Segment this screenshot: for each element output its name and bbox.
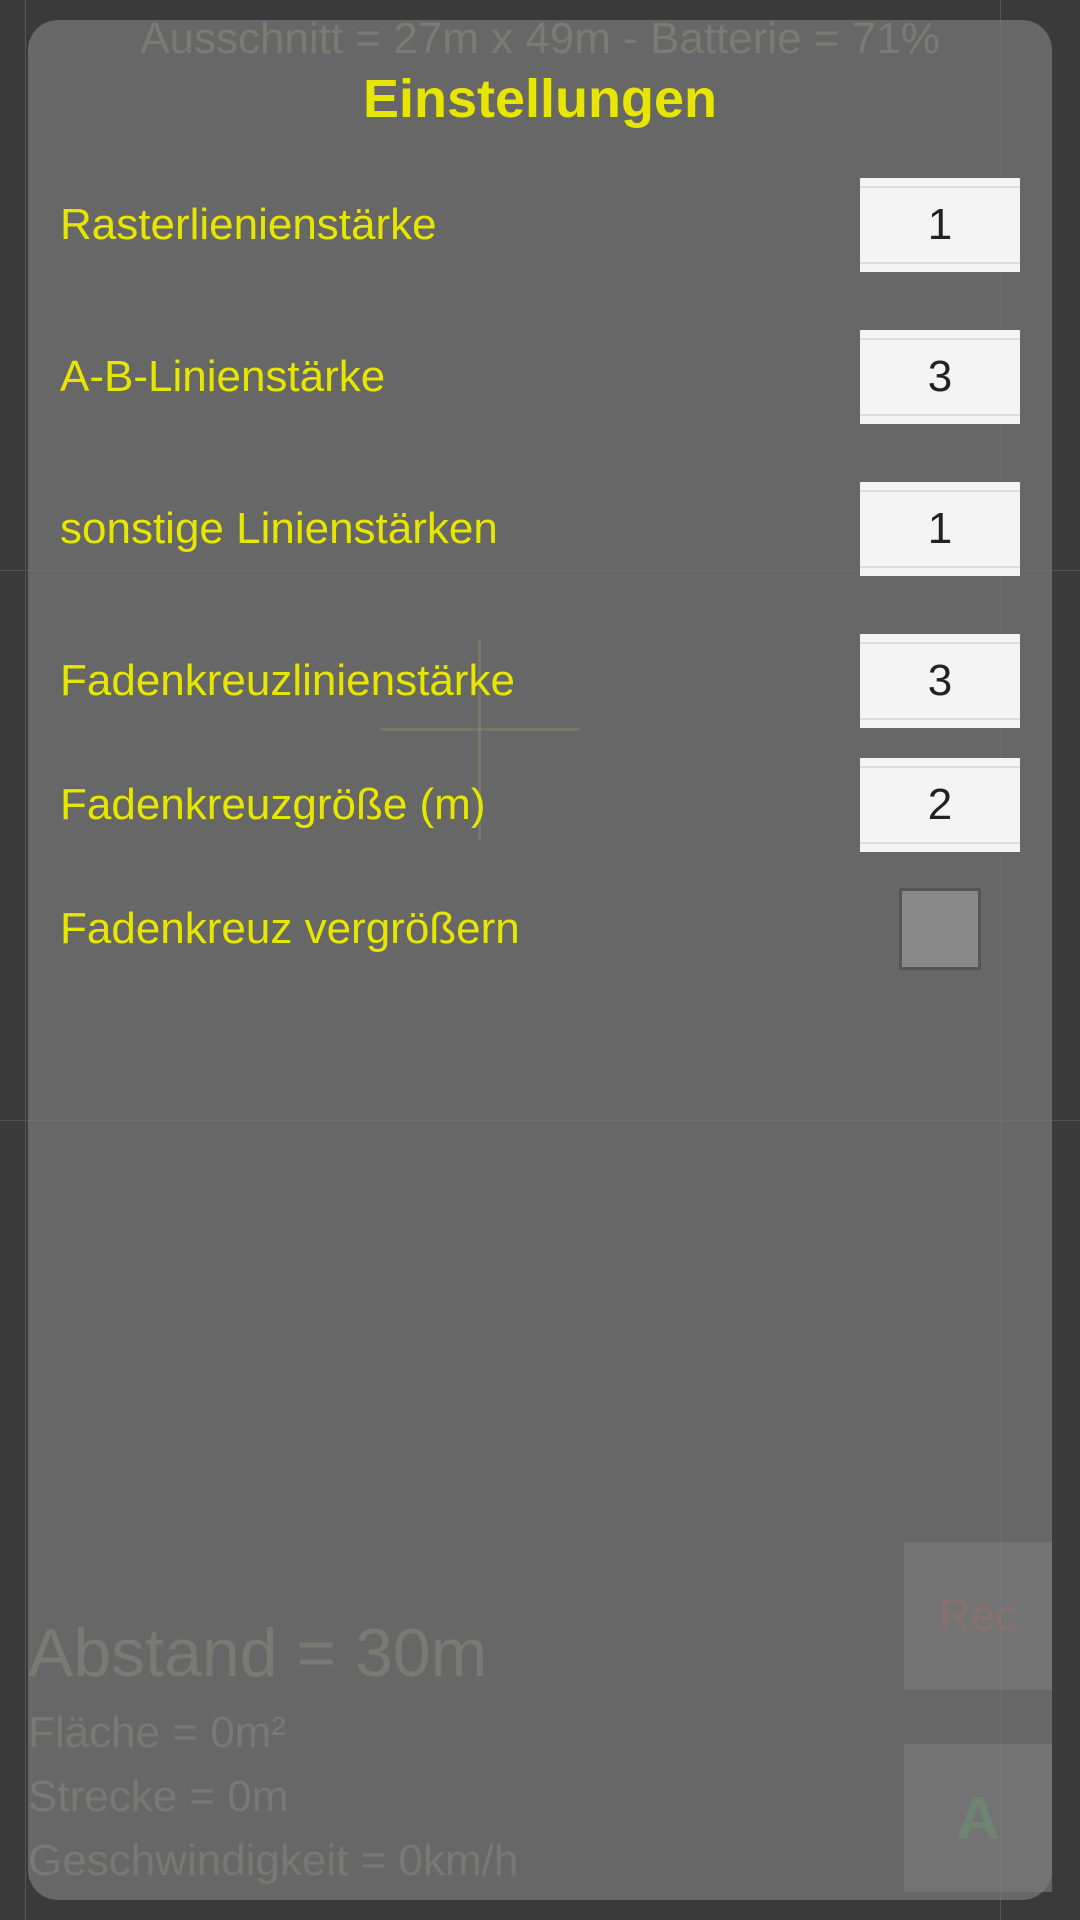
crosshair-line-spinner[interactable]: 3 [860,634,1020,728]
setting-ab-line-width: A-B-Linienstärke 3 [56,330,1024,424]
checkbox-container [860,882,1020,976]
setting-label: Fadenkreuz vergrößern [60,904,520,954]
crosshair-size-spinner[interactable]: 2 [860,758,1020,852]
setting-label: Fadenkreuzgröße (m) [60,780,485,830]
settings-dialog: Einstellungen Rasterlienienstärke 1 A-B-… [28,20,1052,1900]
spinner-value: 1 [928,200,952,250]
dialog-title: Einstellungen [56,68,1024,130]
spinner-value: 3 [928,656,952,706]
setting-label: Rasterlienienstärke [60,200,437,250]
setting-raster-line-width: Rasterlienienstärke 1 [56,178,1024,272]
setting-crosshair-size: Fadenkreuzgröße (m) 2 [56,758,1024,852]
setting-label: A-B-Linienstärke [60,352,385,402]
crosshair-enlarge-checkbox[interactable] [899,888,981,970]
spinner-value: 3 [928,352,952,402]
setting-label: sonstige Linienstärken [60,504,498,554]
setting-other-line-width: sonstige Linienstärken 1 [56,482,1024,576]
raster-spinner[interactable]: 1 [860,178,1020,272]
ab-spinner[interactable]: 3 [860,330,1020,424]
spinner-value: 1 [928,504,952,554]
setting-crosshair-line-width: Fadenkreuzlinienstärke 3 [56,634,1024,728]
grid-line [25,0,26,1920]
setting-crosshair-enlarge: Fadenkreuz vergrößern [56,882,1024,976]
spinner-value: 2 [928,780,952,830]
other-spinner[interactable]: 1 [860,482,1020,576]
setting-label: Fadenkreuzlinienstärke [60,656,515,706]
